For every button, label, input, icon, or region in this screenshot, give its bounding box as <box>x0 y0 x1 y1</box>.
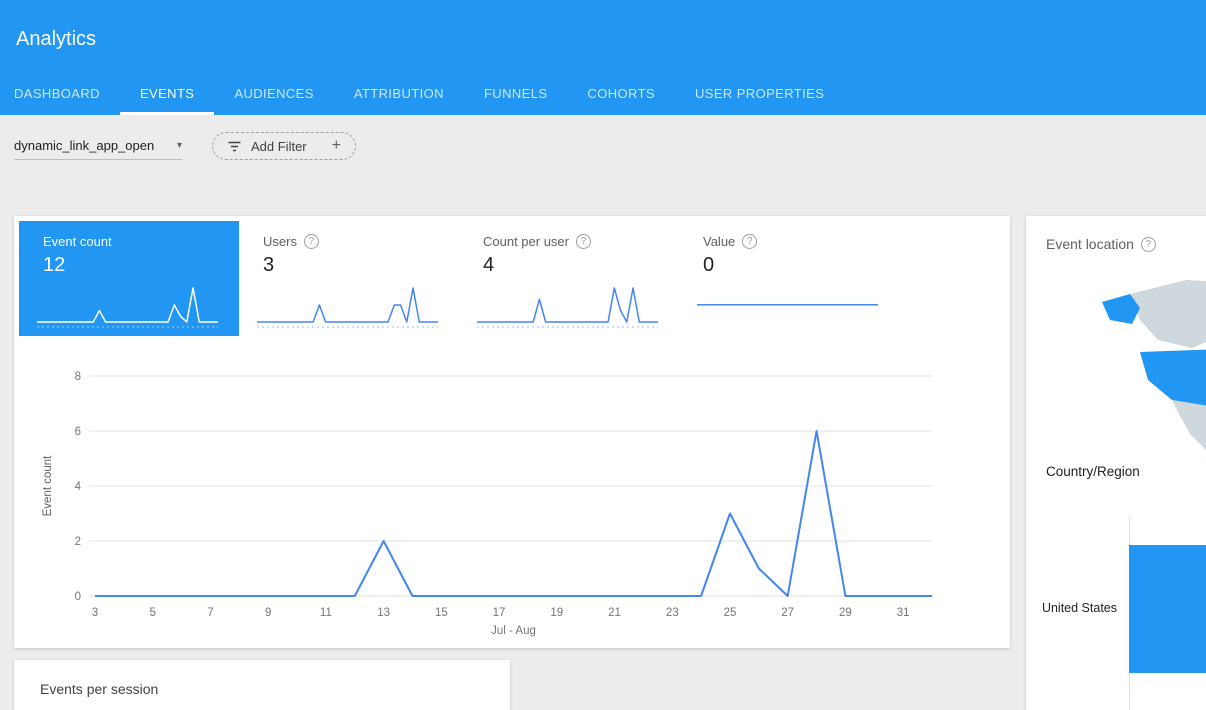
events-per-session-title: Events per session <box>40 681 158 697</box>
svg-text:15: 15 <box>435 607 448 619</box>
count-per-user-sparkline <box>475 284 660 330</box>
svg-text:0: 0 <box>75 591 81 603</box>
tab-bar: DASHBOARD EVENTS AUDIENCES ATTRIBUTION F… <box>14 86 844 115</box>
chevron-down-icon: ▾ <box>177 140 182 151</box>
tab-events[interactable]: EVENTS <box>120 86 214 115</box>
metric-tile-event-count[interactable]: Event count 12 <box>19 221 239 336</box>
help-icon[interactable]: ? <box>1141 237 1156 252</box>
events-metrics-card: Event count 12 Users ? 3 Count per user … <box>14 216 1010 648</box>
svg-text:19: 19 <box>550 607 563 619</box>
svg-text:3: 3 <box>92 607 98 619</box>
united-states-region <box>1140 348 1206 406</box>
svg-text:27: 27 <box>781 607 794 619</box>
tab-dashboard[interactable]: DASHBOARD <box>14 86 120 115</box>
svg-text:17: 17 <box>493 607 506 619</box>
metric-value: 3 <box>263 254 435 277</box>
metric-value: 4 <box>483 254 655 277</box>
add-filter-label: Add Filter <box>251 139 307 154</box>
svg-text:11: 11 <box>320 607 332 619</box>
tab-attribution[interactable]: ATTRIBUTION <box>334 86 464 115</box>
metric-label: Value <box>703 234 735 249</box>
metric-tile-users[interactable]: Users ? 3 <box>239 221 459 336</box>
event-select-value: dynamic_link_app_open <box>14 138 154 153</box>
metric-tiles: Event count 12 Users ? 3 Count per user … <box>19 221 899 336</box>
svg-text:23: 23 <box>666 607 679 619</box>
svg-text:13: 13 <box>377 607 390 619</box>
value-sparkline <box>695 284 880 330</box>
event-location-card: Event location ? Country/Region United S… <box>1026 216 1206 710</box>
svg-text:4: 4 <box>75 481 82 493</box>
help-icon[interactable]: ? <box>742 234 757 249</box>
svg-text:8: 8 <box>75 371 81 383</box>
metric-value: 0 <box>703 254 875 277</box>
metric-label: Count per user <box>483 234 569 249</box>
svg-text:7: 7 <box>207 607 213 619</box>
event-count-sparkline <box>35 284 220 330</box>
united-states-bar[interactable] <box>1129 545 1206 673</box>
svg-text:6: 6 <box>75 426 81 438</box>
svg-text:9: 9 <box>265 607 271 619</box>
filter-icon <box>227 139 242 154</box>
country-region-header: Country/Region <box>1046 464 1140 479</box>
svg-text:2: 2 <box>75 536 81 548</box>
y-axis-label: Event count <box>42 426 54 546</box>
analytics-page: Analytics DASHBOARD EVENTS AUDIENCES ATT… <box>0 0 1206 710</box>
chart-area: 0 2 4 6 8 3 5 7 9 11 13 15 17 19 21 23 25 27 29 31 Jul - Aug <box>59 361 979 651</box>
country-row-label: United States <box>1026 601 1124 615</box>
event-location-title: Event location <box>1046 236 1134 252</box>
svg-text:Jul - Aug: Jul - Aug <box>491 625 536 637</box>
svg-text:29: 29 <box>839 607 852 619</box>
canada-region <box>1130 280 1206 348</box>
svg-text:21: 21 <box>608 607 621 619</box>
mexico-region <box>1172 400 1206 452</box>
events-per-session-card: Events per session <box>14 660 510 710</box>
help-icon[interactable]: ? <box>304 234 319 249</box>
svg-text:25: 25 <box>724 607 737 619</box>
app-header: Analytics DASHBOARD EVENTS AUDIENCES ATT… <box>0 0 1206 115</box>
north-america-map[interactable] <box>1096 268 1206 458</box>
users-sparkline <box>255 284 440 330</box>
event-count-line-chart[interactable]: 0 2 4 6 8 3 5 7 9 11 13 15 17 19 21 23 25 27 29 31 Jul - Aug <box>59 361 979 646</box>
add-filter-button[interactable]: Add Filter + <box>212 132 356 160</box>
plus-icon: + <box>332 137 341 155</box>
event-select-dropdown[interactable]: dynamic_link_app_open ▾ <box>14 132 182 160</box>
tab-funnels[interactable]: FUNNELS <box>464 86 567 115</box>
svg-text:5: 5 <box>150 607 156 619</box>
metric-label: Event count <box>43 234 112 249</box>
metric-value: 12 <box>43 254 215 277</box>
svg-text:31: 31 <box>897 607 910 619</box>
metric-label: Users <box>263 234 297 249</box>
metric-tile-value[interactable]: Value ? 0 <box>679 221 899 336</box>
tab-audiences[interactable]: AUDIENCES <box>214 86 333 115</box>
metric-tile-count-per-user[interactable]: Count per user ? 4 <box>459 221 679 336</box>
tab-cohorts[interactable]: COHORTS <box>567 86 675 115</box>
page-title: Analytics <box>16 28 96 51</box>
help-icon[interactable]: ? <box>576 234 591 249</box>
filter-bar: dynamic_link_app_open ▾ Add Filter + <box>14 132 1114 164</box>
tab-user-properties[interactable]: USER PROPERTIES <box>675 86 844 115</box>
